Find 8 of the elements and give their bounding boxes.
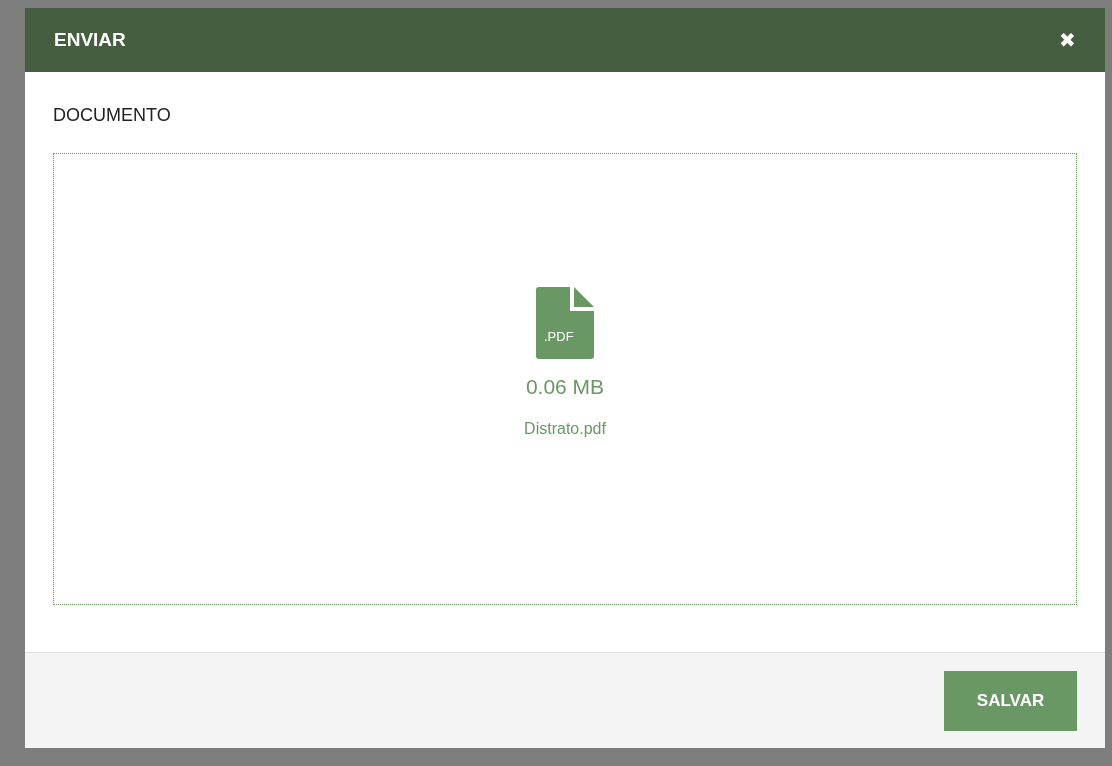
dialog-title: ENVIAR: [54, 27, 126, 52]
close-button[interactable]: ✖: [1059, 30, 1076, 50]
pdf-file-icon: .PDF: [536, 287, 594, 360]
file-name: Distrato.pdf: [524, 418, 606, 439]
file-size: 0.06 MB: [525, 374, 605, 401]
save-button[interactable]: SALVAR: [944, 671, 1077, 731]
section-label: DOCUMENTO: [53, 104, 172, 127]
file-drop-zone[interactable]: .PDF 0.06 MB Distrato.pdf: [53, 153, 1077, 605]
